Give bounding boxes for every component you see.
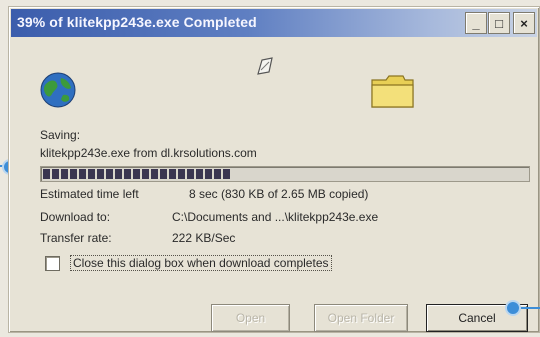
progress-fill (43, 169, 232, 179)
download-dialog: 39% of klitekpp243e.exe Completed _ □ × … (8, 6, 540, 333)
minimize-icon: _ (472, 15, 480, 31)
transfer-rate-label: Transfer rate: (40, 231, 112, 245)
minimize-button[interactable]: _ (465, 12, 487, 34)
time-left-label: Estimated time left (40, 187, 139, 201)
maximize-icon: □ (495, 15, 503, 31)
close-button[interactable]: × (513, 12, 535, 34)
transfer-rate-value: 222 KB/Sec (172, 231, 236, 245)
close-when-complete-checkbox[interactable] (45, 255, 60, 271)
close-icon: × (520, 15, 528, 31)
callout-marker-cancel (505, 300, 521, 316)
window-title: 39% of klitekpp243e.exe Completed (17, 14, 257, 30)
file-source-text: klitekpp243e.exe from dl.krsolutions.com (40, 146, 257, 160)
download-to-label: Download to: (40, 210, 111, 224)
title-bar[interactable]: 39% of klitekpp243e.exe Completed _ □ × (11, 9, 537, 37)
maximize-button[interactable]: □ (488, 12, 510, 34)
open-folder-button[interactable]: Open Folder (314, 304, 408, 332)
close-when-complete-label[interactable]: Close this dialog box when download comp… (70, 255, 332, 271)
open-button[interactable]: Open (211, 304, 290, 332)
folder-icon (371, 75, 414, 108)
globe-icon (40, 72, 76, 108)
progress-bar (40, 166, 530, 182)
window-controls: _ □ × (465, 12, 535, 34)
saving-label: Saving: (40, 128, 81, 142)
callout-line-right (521, 307, 540, 309)
time-left-value: 8 sec (830 KB of 2.65 MB copied) (189, 187, 369, 201)
page: 39% of klitekpp243e.exe Completed _ □ × … (0, 0, 540, 337)
paper-icon (257, 57, 273, 75)
close-when-complete-option[interactable]: Close this dialog box when download comp… (45, 255, 332, 271)
download-to-value: C:\Documents and ...\klitekpp243e.exe (172, 210, 379, 224)
